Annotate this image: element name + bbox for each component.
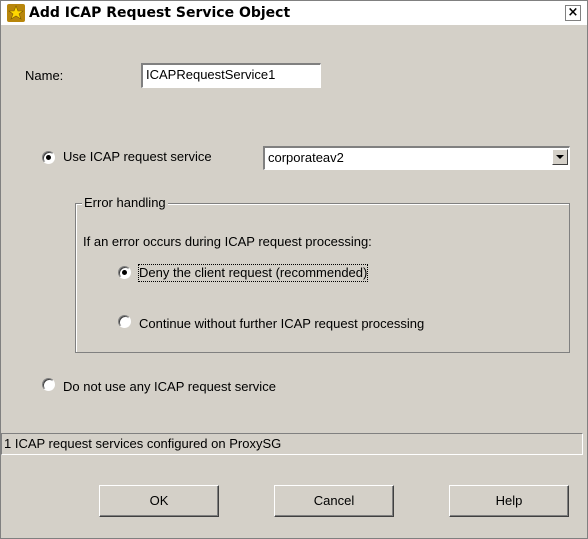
service-select[interactable]: corporateav2 [263, 146, 570, 170]
cancel-label: Cancel [313, 493, 355, 508]
title-bar[interactable]: Add ICAP Request Service Object × [1, 1, 587, 25]
name-field-value: ICAPRequestService1 [146, 67, 276, 82]
use-service-radio[interactable] [42, 151, 55, 164]
deny-request-label[interactable]: Deny the client request (recommended) [137, 264, 369, 282]
use-service-label[interactable]: Use ICAP request service [63, 149, 212, 165]
app-icon [7, 4, 25, 22]
name-label: Name: [25, 68, 64, 83]
close-button[interactable]: × [565, 5, 581, 21]
status-text: 1 ICAP request services configured on Pr… [4, 436, 282, 451]
window-title: Add ICAP Request Service Object [29, 5, 291, 21]
help-label: Help [495, 493, 523, 508]
dialog-window: Add ICAP Request Service Object × Name: … [0, 0, 588, 539]
cancel-button[interactable]: Cancel [274, 485, 394, 517]
no-service-label[interactable]: Do not use any ICAP request service [63, 379, 276, 395]
error-handling-title: Error handling [82, 195, 168, 211]
chevron-down-icon[interactable] [552, 149, 568, 165]
status-bar: 1 ICAP request services configured on Pr… [1, 433, 583, 455]
ok-label: OK [149, 493, 169, 508]
close-icon: × [567, 5, 579, 20]
name-field[interactable]: ICAPRequestService1 [141, 63, 321, 88]
continue-processing-label[interactable]: Continue without further ICAP request pr… [139, 316, 424, 332]
ok-button[interactable]: OK [99, 485, 219, 517]
deny-request-radio[interactable] [118, 266, 131, 279]
continue-processing-radio[interactable] [118, 315, 131, 328]
no-service-radio[interactable] [42, 378, 55, 391]
help-button[interactable]: Help [449, 485, 569, 517]
error-prompt: If an error occurs during ICAP request p… [83, 234, 372, 249]
service-select-value: corporateav2 [268, 150, 344, 165]
